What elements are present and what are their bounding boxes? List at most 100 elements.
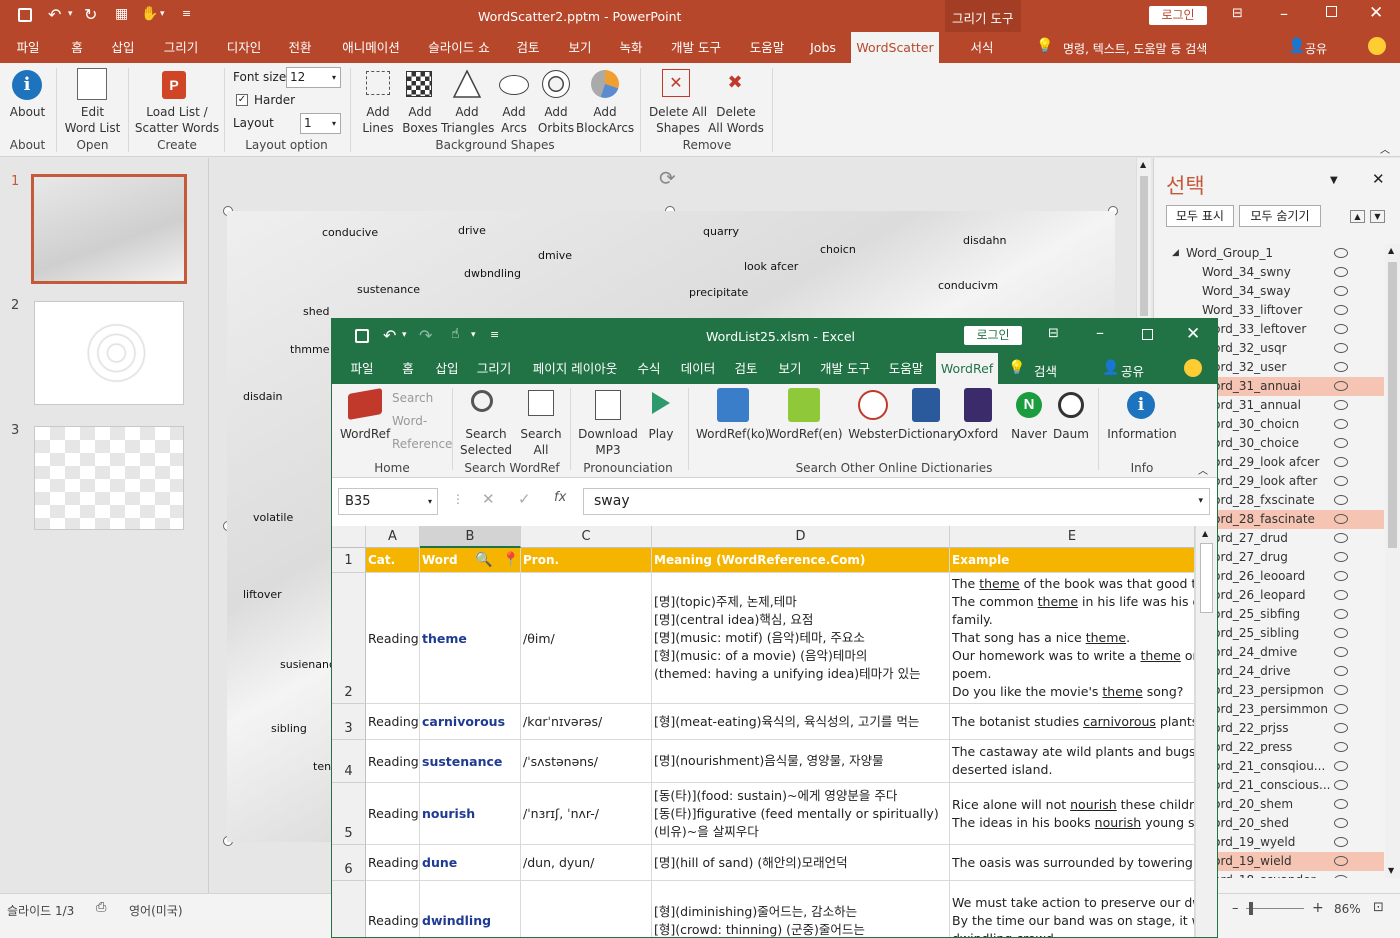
eye-icon[interactable] <box>1334 248 1348 258</box>
share-button[interactable]: 공유 <box>1305 40 1327 57</box>
tab-wordscatter[interactable]: WordScatter <box>851 32 939 63</box>
slide-word[interactable]: sibling <box>271 722 307 735</box>
slide-word[interactable]: disdain <box>243 390 283 403</box>
customize-qat-icon[interactable]: ≡ <box>182 7 191 20</box>
maximize-icon[interactable] <box>1142 329 1153 340</box>
cell-pron[interactable]: /ˈnɜrɪʃ, ˈnʌr-/ <box>521 783 652 845</box>
cell-cat[interactable]: Reading <box>366 740 420 783</box>
col-header-b[interactable]: B <box>420 526 521 548</box>
eye-icon[interactable] <box>1334 381 1348 391</box>
slide-word[interactable]: volatile <box>253 511 293 524</box>
xl-tab-home[interactable]: 홈 <box>395 353 421 384</box>
eye-icon[interactable] <box>1334 780 1348 790</box>
pane-options-icon[interactable]: ▼ <box>1330 175 1338 186</box>
name-box[interactable]: B35 ▾ <box>338 488 438 515</box>
cell-meaning[interactable]: [명](nourishment)음식물, 영양물, 자양물 <box>652 740 950 783</box>
eye-icon[interactable] <box>1334 286 1348 296</box>
tab-insert[interactable]: 삽입 <box>103 32 143 63</box>
share-icon[interactable]: 👤 <box>1102 360 1119 376</box>
col-header-a[interactable]: A <box>366 526 420 548</box>
cell-word[interactable]: theme <box>420 573 521 704</box>
font-size-select[interactable]: 12 ▾ <box>286 67 341 88</box>
search-all-button[interactable]: Search All <box>518 426 564 458</box>
send-backward-icon[interactable]: ▼ <box>1370 210 1385 223</box>
slide-thumb-1[interactable] <box>31 174 187 284</box>
xl-share-button[interactable]: 공유 <box>1121 361 1144 380</box>
xl-tab-wordref[interactable]: WordRef <box>936 353 998 384</box>
cell-example[interactable]: The oasis was surrounded by towering dun… <box>950 845 1195 881</box>
zoom-in-icon[interactable]: + <box>1312 900 1324 916</box>
smiley-icon[interactable] <box>1184 359 1202 377</box>
eye-icon[interactable] <box>1334 818 1348 828</box>
close-icon[interactable]: ✕ <box>1369 3 1383 23</box>
eye-icon[interactable] <box>1334 400 1348 410</box>
xl-tab-formulas[interactable]: 수식 <box>634 353 664 384</box>
cell-pron[interactable] <box>521 881 652 937</box>
grid-scrollbar[interactable]: ▲ <box>1195 526 1217 937</box>
row-header[interactable]: 2 <box>332 573 366 704</box>
spreadsheet-grid[interactable]: A B C D E 1 Cat. Word 🔍 📍 Pron. Meaning (W… <box>332 526 1217 937</box>
slide-word[interactable]: shed <box>303 305 329 318</box>
cell-cat[interactable]: Reading <box>366 704 420 740</box>
eye-icon[interactable] <box>1334 362 1348 372</box>
cell-word[interactable]: nourish <box>420 783 521 845</box>
add-lines-button[interactable]: Add Lines <box>358 104 398 136</box>
eye-icon[interactable] <box>1334 837 1348 847</box>
tab-animations[interactable]: 애니메이션 <box>333 32 409 63</box>
undo-dropdown-icon[interactable]: ▾ <box>68 9 73 19</box>
pane-scroll-thumb[interactable] <box>1388 262 1397 548</box>
cell-meaning[interactable]: [명](topic)주제, 논제,테마 [명](central idea)핵심, … <box>652 573 950 704</box>
cell-meaning[interactable]: [형](diminishing)줄어드는, 감소하는 [형](crowd: thi… <box>652 881 950 937</box>
zoom-out-icon[interactable]: – <box>1232 901 1239 916</box>
minimize-icon[interactable]: – <box>1280 4 1288 23</box>
redo-icon[interactable]: ↷ <box>419 326 432 345</box>
tab-format[interactable]: 서식 <box>958 32 1006 63</box>
play-button[interactable]: Play <box>642 426 680 442</box>
slide-word[interactable]: quarry <box>703 225 739 238</box>
cell-meaning[interactable]: [동(타)](food: sustain)~에게 영양분을 주다 [동(타)]fi… <box>652 783 950 845</box>
eye-icon[interactable] <box>1334 267 1348 277</box>
eye-icon[interactable] <box>1334 704 1348 714</box>
cell-pron[interactable]: /dun, dyun/ <box>521 845 652 881</box>
eye-icon[interactable] <box>1334 514 1348 524</box>
dictionary-button[interactable]: Dictionary <box>898 426 960 442</box>
cell-pron[interactable]: /kɑrˈnɪvərəs/ <box>521 704 652 740</box>
slide-word[interactable]: drive <box>458 224 486 237</box>
tab-home[interactable]: 홈 <box>62 32 92 63</box>
scroll-up-icon[interactable]: ▲ <box>1140 160 1146 169</box>
pin-icon[interactable]: 📍 <box>502 552 519 568</box>
hdr-word[interactable]: Word 🔍 📍 <box>420 548 521 573</box>
eye-icon[interactable] <box>1334 324 1348 334</box>
oxford-button[interactable]: Oxford <box>956 426 1000 442</box>
wordref-en-button[interactable]: WordRef(en) <box>768 426 843 442</box>
eye-icon[interactable] <box>1334 685 1348 695</box>
collapse-ribbon-icon[interactable]: ︿ <box>1380 141 1390 156</box>
eye-icon[interactable] <box>1334 457 1348 467</box>
webster-button[interactable]: Webster <box>848 426 898 442</box>
search-selected-button[interactable]: Search Selected <box>460 426 512 458</box>
select-all-corner[interactable] <box>332 526 366 548</box>
eye-icon[interactable] <box>1334 590 1348 600</box>
tab-jobs[interactable]: Jobs <box>804 32 842 63</box>
xl-tab-developer[interactable]: 개발 도구 <box>816 353 874 384</box>
hdr-meaning[interactable]: Meaning (WordReference.Com) <box>652 548 950 573</box>
cell-example[interactable]: Rice alone will not nourish these childr… <box>950 783 1195 845</box>
save-icon[interactable] <box>355 329 369 343</box>
row-header[interactable]: 3 <box>332 704 366 740</box>
pane-close-icon[interactable]: ✕ <box>1372 170 1385 188</box>
load-scatter-button[interactable]: Load List / Scatter Words <box>134 104 220 136</box>
tab-developer[interactable]: 개발 도구 <box>662 32 730 63</box>
grid-scroll-up-icon[interactable]: ▲ <box>1202 529 1208 538</box>
undo-icon[interactable]: ↶ <box>383 326 396 345</box>
xl-tab-help[interactable]: 도움말 <box>884 353 928 384</box>
xl-tab-page-layout[interactable]: 페이지 레이아웃 <box>526 353 624 384</box>
download-mp3-button[interactable]: Download MP3 <box>576 426 640 458</box>
add-blockarcs-button[interactable]: Add BlockArcs <box>576 104 634 136</box>
about-button[interactable]: About <box>5 104 50 120</box>
edit-word-list-button[interactable]: Edit Word List <box>60 104 125 136</box>
customize-qat-icon[interactable]: ≡ <box>490 328 499 341</box>
cell-example[interactable]: The theme of the book was that good triu… <box>950 573 1195 704</box>
pane-scrollbar[interactable]: ▲ ▼ <box>1385 244 1400 878</box>
cell-meaning[interactable]: [명](hill of sand) (해안의)모래언덕 <box>652 845 950 881</box>
slide-word[interactable]: dwbndling <box>464 267 521 280</box>
